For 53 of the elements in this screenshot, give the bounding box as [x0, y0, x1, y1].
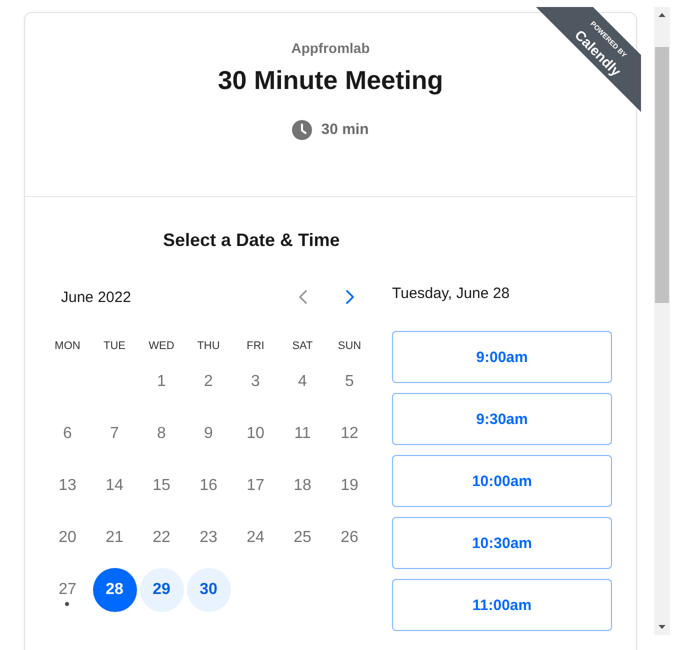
- scrollbar-thumb[interactable]: [655, 47, 669, 303]
- weekday-label: TUE: [104, 340, 126, 352]
- day-number: 16: [200, 476, 218, 496]
- time-slot-button[interactable]: 9:00am: [392, 331, 612, 383]
- day-number: 12: [340, 424, 358, 444]
- event-title: 30 Minute Meeting: [218, 64, 444, 96]
- day-number: 1: [157, 372, 166, 392]
- corner-ribbon[interactable]: [536, 7, 641, 112]
- weekday-label: SAT: [292, 340, 313, 352]
- day-number: 26: [340, 528, 358, 548]
- day-number: 3: [251, 372, 260, 392]
- month-label: June 2022: [61, 288, 132, 306]
- weekday-label: THU: [197, 340, 220, 352]
- day-number: 11: [294, 424, 311, 444]
- day-number: 21: [106, 528, 124, 548]
- day-number: 10: [246, 424, 264, 444]
- section-heading: Select a Date & Time: [163, 229, 340, 252]
- day-number: 22: [152, 528, 170, 548]
- day-number: 14: [106, 476, 124, 496]
- clock-icon: [292, 120, 312, 140]
- time-slot-button[interactable]: 10:30am: [392, 517, 612, 569]
- day-number: 23: [200, 528, 218, 548]
- duration-label: 30 min: [321, 120, 369, 140]
- day-number: 5: [345, 372, 354, 392]
- weekday-label: MON: [54, 340, 80, 352]
- day-number: 19: [340, 476, 358, 496]
- calendar-day[interactable]: 28: [92, 568, 136, 612]
- scrollbar-track[interactable]: [654, 7, 670, 635]
- day-number: 13: [58, 476, 76, 496]
- day-number: 6: [63, 424, 72, 444]
- day-number: 8: [157, 424, 166, 444]
- time-slot-button[interactable]: 9:30am: [392, 393, 612, 445]
- day-number: 18: [294, 476, 312, 496]
- selected-date-label: Tuesday, June 28: [392, 284, 510, 304]
- calendar-day[interactable]: 30: [186, 568, 230, 612]
- organizer-name: Appfromlab: [291, 39, 370, 58]
- day-number: 20: [58, 528, 76, 548]
- day-number: 15: [152, 476, 170, 496]
- weekday-label: WED: [148, 340, 174, 352]
- day-number: 17: [246, 476, 264, 496]
- weekday-label: FRI: [246, 340, 264, 352]
- time-slot-button[interactable]: 10:00am: [392, 455, 612, 507]
- weekday-label: SUN: [338, 340, 362, 352]
- day-number: 24: [246, 528, 264, 548]
- day-number: 2: [204, 372, 213, 392]
- time-slot-button[interactable]: 11:00am: [392, 579, 612, 631]
- day-number: 9: [204, 424, 213, 444]
- calendar-day[interactable]: 29: [140, 568, 184, 612]
- day-number: 7: [110, 424, 119, 444]
- day-number: 27: [58, 580, 76, 600]
- day-number: 25: [294, 528, 312, 548]
- day-number: 4: [298, 372, 307, 392]
- chevron-right-icon[interactable]: [344, 290, 354, 304]
